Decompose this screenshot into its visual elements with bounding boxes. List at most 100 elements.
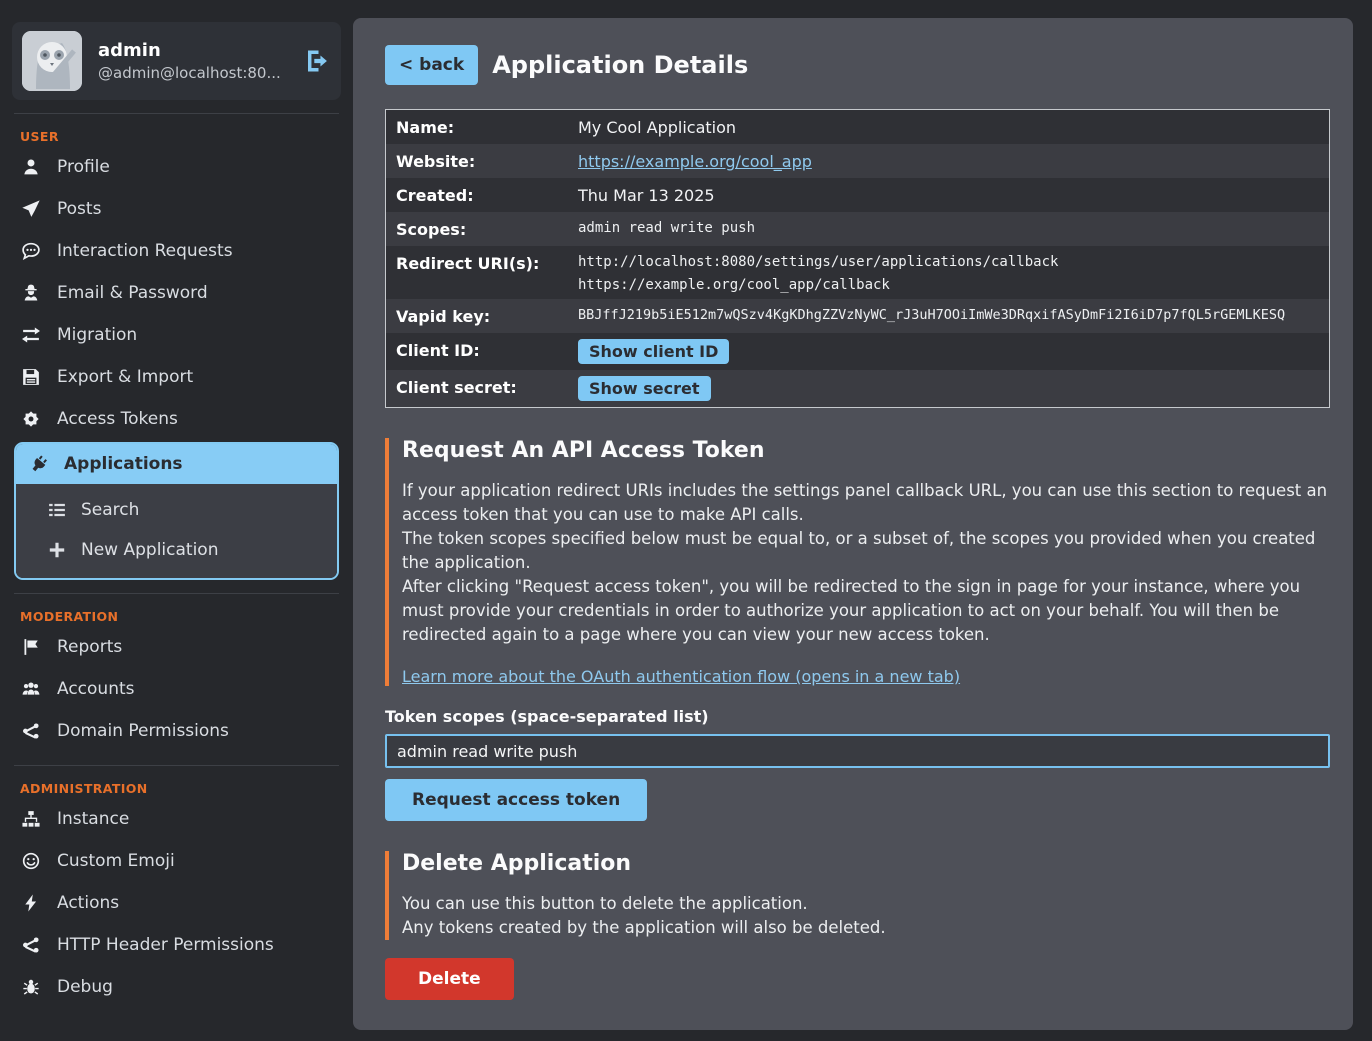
user-icon xyxy=(22,158,40,176)
redirect-uri: http://localhost:8080/settings/user/appl… xyxy=(578,254,1058,270)
back-button[interactable]: < back xyxy=(385,45,478,85)
sidebar-item-applications[interactable]: Applications xyxy=(16,444,337,484)
avatar xyxy=(22,31,82,91)
token-scopes-label: Token scopes (space-separated list) xyxy=(385,707,1330,726)
sidebar-item-label: Domain Permissions xyxy=(57,721,229,741)
comment-dots-icon xyxy=(22,242,40,260)
row-label: Website: xyxy=(396,150,578,171)
show-client-id-button[interactable]: Show client ID xyxy=(578,339,729,364)
table-row-scopes: Scopes: admin read write push xyxy=(386,212,1329,246)
show-secret-button[interactable]: Show secret xyxy=(578,376,711,401)
user-display-name: admin xyxy=(98,40,289,61)
sidebar-item-label: Debug xyxy=(57,977,113,997)
sidebar-item-interaction-requests[interactable]: Interaction Requests xyxy=(12,230,341,272)
bug-icon xyxy=(22,978,40,996)
page-header: < back Application Details xyxy=(385,45,1330,85)
sidebar-item-instance[interactable]: Instance xyxy=(12,798,341,840)
share-nodes-icon xyxy=(22,936,40,954)
sidebar: admin @admin@localhost:80... USER Profil… xyxy=(0,0,353,1041)
sidebar-item-reports[interactable]: Reports xyxy=(12,626,341,668)
sidebar-item-accounts[interactable]: Accounts xyxy=(12,668,341,710)
sidebar-item-http-header-permissions[interactable]: HTTP Header Permissions xyxy=(12,924,341,966)
row-label: Vapid key: xyxy=(396,305,578,326)
sidebar-item-label: Actions xyxy=(57,893,119,913)
users-icon xyxy=(22,680,40,698)
floppy-disk-icon xyxy=(22,368,40,386)
table-row-client-secret: Client secret: Show secret xyxy=(386,370,1329,407)
plug-icon xyxy=(30,455,48,473)
share-nodes-icon xyxy=(22,722,40,740)
bolt-icon xyxy=(22,894,40,912)
sidebar-item-domain-permissions[interactable]: Domain Permissions xyxy=(12,710,341,752)
main-area: < back Application Details Name: My Cool… xyxy=(353,0,1372,1041)
sidebar-subitem-new-application[interactable]: New Application xyxy=(16,530,337,570)
table-row-redirect-uris: Redirect URI(s): http://localhost:8080/s… xyxy=(386,246,1329,299)
request-token-paragraph: The token scopes specified below must be… xyxy=(402,527,1330,575)
website-link[interactable]: https://example.org/cool_app xyxy=(578,152,812,171)
user-handle: @admin@localhost:80... xyxy=(98,64,289,82)
row-label: Name: xyxy=(396,116,578,137)
flag-icon xyxy=(22,638,40,656)
request-access-token-button[interactable]: Request access token xyxy=(385,779,647,821)
user-card[interactable]: admin @admin@localhost:80... xyxy=(12,22,341,100)
sidebar-subitem-label: New Application xyxy=(81,540,218,560)
sidebar-item-export-import[interactable]: Export & Import xyxy=(12,356,341,398)
sidebar-item-label: Migration xyxy=(57,325,137,345)
sidebar-item-actions[interactable]: Actions xyxy=(12,882,341,924)
request-token-paragraph: After clicking "Request access token", y… xyxy=(402,575,1330,647)
row-label: Created: xyxy=(396,184,578,205)
row-value: admin read write push xyxy=(578,218,755,236)
row-value: Thu Mar 13 2025 xyxy=(578,184,715,205)
table-row-name: Name: My Cool Application xyxy=(386,110,1329,144)
smile-icon xyxy=(22,852,40,870)
sidebar-subitem-search[interactable]: Search xyxy=(16,490,337,530)
delete-info-line: You can use this button to delete the ap… xyxy=(402,892,1330,916)
sidebar-item-profile[interactable]: Profile xyxy=(12,146,341,188)
vapid-key-value: BBJffJ219b5iE512m7wQSzv4KgKDhgZZVzNyWC_r… xyxy=(578,305,1285,323)
sidebar-item-email-password[interactable]: Email & Password xyxy=(12,272,341,314)
sidebar-item-migration[interactable]: Migration xyxy=(12,314,341,356)
sidebar-item-custom-emoji[interactable]: Custom Emoji xyxy=(12,840,341,882)
table-row-website: Website: https://example.org/cool_app xyxy=(386,144,1329,178)
delete-application-title: Delete Application xyxy=(402,851,1330,876)
table-row-created: Created: Thu Mar 13 2025 xyxy=(386,178,1329,212)
sidebar-item-label: Posts xyxy=(57,199,101,219)
request-token-title: Request An API Access Token xyxy=(402,438,1330,463)
paper-plane-icon xyxy=(22,200,40,218)
redirect-uri: https://example.org/cool_app/callback xyxy=(578,277,1058,293)
logout-icon[interactable] xyxy=(305,49,329,73)
sidebar-item-debug[interactable]: Debug xyxy=(12,966,341,1008)
sidebar-subitem-label: Search xyxy=(81,500,139,520)
request-token-paragraph: If your application redirect URIs includ… xyxy=(402,479,1330,527)
application-details-panel: < back Application Details Name: My Cool… xyxy=(353,18,1353,1030)
row-label: Redirect URI(s): xyxy=(396,252,578,273)
sidebar-divider xyxy=(14,765,339,766)
user-info: admin @admin@localhost:80... xyxy=(98,40,289,82)
sidebar-item-label: Reports xyxy=(57,637,122,657)
user-secret-icon xyxy=(22,284,40,302)
sidebar-divider xyxy=(14,593,339,594)
sidebar-item-label: Custom Emoji xyxy=(57,851,175,871)
sidebar-item-label: Email & Password xyxy=(57,283,208,303)
oauth-docs-link[interactable]: Learn more about the OAuth authenticatio… xyxy=(402,667,960,686)
sidebar-item-label: Profile xyxy=(57,157,110,177)
sidebar-item-label: Access Tokens xyxy=(57,409,178,429)
sidebar-item-label: Instance xyxy=(57,809,129,829)
section-label-user: USER xyxy=(20,129,341,144)
certificate-icon xyxy=(22,410,40,428)
row-label: Scopes: xyxy=(396,218,578,239)
row-value: My Cool Application xyxy=(578,116,736,137)
applications-submenu: Search New Application xyxy=(16,484,337,578)
sidebar-item-label: Interaction Requests xyxy=(57,241,233,261)
sidebar-item-access-tokens[interactable]: Access Tokens xyxy=(12,398,341,440)
delete-application-section: Delete Application You can use this butt… xyxy=(385,851,1330,940)
table-row-client-id: Client ID: Show client ID xyxy=(386,333,1329,370)
row-label: Client ID: xyxy=(396,339,578,360)
list-icon xyxy=(48,501,66,519)
sidebar-item-posts[interactable]: Posts xyxy=(12,188,341,230)
table-row-vapid-key: Vapid key: BBJffJ219b5iE512m7wQSzv4KgKDh… xyxy=(386,299,1329,333)
request-token-section: Request An API Access Token If your appl… xyxy=(385,438,1330,686)
delete-button[interactable]: Delete xyxy=(385,958,514,1000)
exchange-arrows-icon xyxy=(22,326,40,344)
token-scopes-input[interactable] xyxy=(385,734,1330,768)
